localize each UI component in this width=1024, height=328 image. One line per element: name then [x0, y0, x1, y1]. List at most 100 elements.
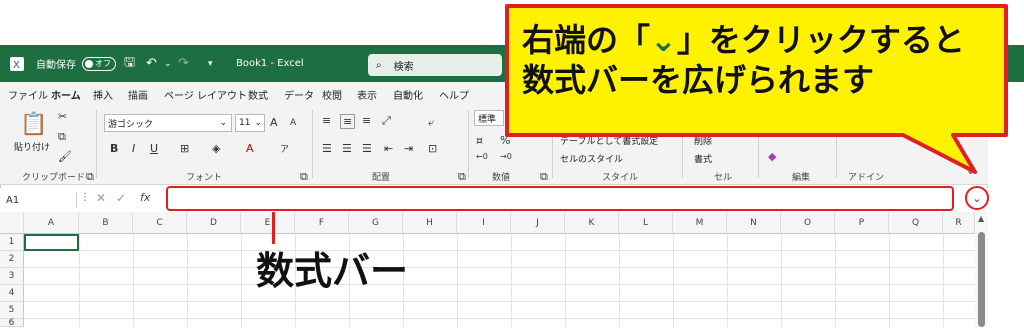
grid-row-line [24, 285, 975, 302]
column-header[interactable]: N [727, 212, 781, 234]
column-header[interactable]: D [187, 212, 241, 234]
tab-insert[interactable]: 挿入 [93, 87, 113, 102]
shrink-font-icon[interactable]: A [290, 118, 296, 128]
undo-dropdown-icon[interactable]: ⌄ [164, 45, 172, 82]
tab-review[interactable]: 校閲 [322, 87, 342, 102]
grid-row-line [24, 251, 975, 268]
italic-button[interactable]: I [132, 142, 135, 155]
column-header[interactable]: P [835, 212, 889, 234]
number-format-select[interactable]: 標準 [474, 110, 504, 126]
callout-chevron-icon: ⌄ [650, 21, 677, 59]
increase-indent-icon[interactable]: ⇥ [404, 142, 413, 155]
grid-col-line [889, 234, 890, 327]
row-header[interactable]: 3 [0, 268, 24, 285]
tab-page-layout[interactable]: ページ レイアウト [164, 87, 247, 102]
tab-view[interactable]: 表示 [357, 87, 377, 102]
increase-decimal-icon[interactable]: ←0 [476, 152, 488, 161]
save-icon[interactable]: 🖫 [124, 45, 135, 82]
redo-icon[interactable]: ↷ [178, 45, 189, 82]
fill-color-icon[interactable]: ◈ [212, 142, 220, 155]
grid-col-line [511, 234, 512, 327]
column-header[interactable]: I [457, 212, 511, 234]
worksheet-grid[interactable]: A B C D E F G H I J K L M N O P Q R 1 2 … [0, 212, 975, 328]
tab-formulas[interactable]: 数式 [248, 87, 268, 102]
grid-col-line [835, 234, 836, 327]
column-header[interactable]: A [24, 212, 79, 234]
column-header[interactable]: H [403, 212, 457, 234]
border-icon[interactable]: ⊞ [180, 142, 189, 155]
format-painter-icon[interactable]: 🖌 [58, 150, 72, 163]
column-header[interactable]: E [241, 212, 295, 234]
currency-icon[interactable]: ¤ [476, 134, 483, 147]
cancel-icon[interactable]: ✕ [96, 191, 106, 205]
column-header[interactable]: G [349, 212, 403, 234]
wrap-text-icon[interactable]: ⤶ [428, 116, 434, 130]
decrease-indent-icon[interactable]: ⇤ [384, 142, 393, 155]
align-right-icon[interactable]: ☰ [362, 142, 372, 155]
enter-icon[interactable]: ✓ [116, 191, 126, 205]
row-header[interactable]: 1 [0, 234, 24, 251]
autosave-state: オフ [95, 59, 111, 68]
paste-label[interactable]: 貼り付け [14, 140, 50, 153]
column-header[interactable]: F [295, 212, 349, 234]
insert-function-icon[interactable]: fx [140, 191, 150, 204]
more-options-icon[interactable]: ⋮ [80, 192, 90, 203]
merge-center-icon[interactable]: ⊡ [428, 142, 437, 155]
cut-icon[interactable]: ✂ [58, 110, 67, 123]
scroll-up-icon[interactable]: ▲ [978, 214, 984, 223]
dialog-launcher-icon[interactable]: ⧉ [458, 170, 466, 184]
name-box[interactable]: A1 [6, 192, 77, 208]
expand-formula-bar-button[interactable]: ⌄ [965, 186, 989, 210]
align-top-icon[interactable]: ≡ [322, 114, 331, 127]
font-name-select[interactable]: 游ゴシック ⌄ [104, 114, 232, 132]
formula-input[interactable] [166, 186, 954, 211]
tab-file[interactable]: ファイル [8, 87, 48, 102]
excel-logo-icon: X [10, 45, 24, 82]
column-header[interactable]: J [511, 212, 565, 234]
active-cell-a1[interactable] [24, 234, 79, 251]
row-header[interactable]: 6 [0, 318, 24, 328]
row-header[interactable]: 2 [0, 251, 24, 268]
tab-help[interactable]: ヘルプ [439, 87, 469, 102]
tab-draw[interactable]: 描画 [128, 87, 148, 102]
vertical-scrollbar[interactable]: ▲ [975, 212, 988, 327]
grid-row-line [24, 268, 975, 285]
align-bottom-icon[interactable]: ≡ [362, 114, 371, 127]
column-header[interactable]: K [565, 212, 619, 234]
align-middle-icon[interactable]: ≡ [340, 114, 356, 129]
align-left-icon[interactable]: ☰ [322, 142, 332, 155]
grid-col-line [943, 234, 944, 327]
copy-icon[interactable]: ⧉ [58, 130, 66, 144]
scroll-thumb[interactable] [978, 232, 985, 327]
align-center-icon[interactable]: ☰ [342, 142, 352, 155]
clipboard-group-label: クリップボード [22, 173, 86, 183]
bold-button[interactable]: B [110, 142, 118, 155]
paste-icon[interactable]: 📋 [20, 112, 47, 137]
undo-icon[interactable]: ↶ [146, 45, 157, 82]
column-header[interactable]: M [673, 212, 727, 234]
column-header[interactable]: C [133, 212, 187, 234]
customize-toolbar-icon[interactable]: ▾ [208, 45, 213, 82]
grow-font-icon[interactable]: A [270, 116, 278, 129]
dialog-launcher-icon[interactable]: ⧉ [300, 170, 308, 184]
font-size-select[interactable]: 11 ⌄ [235, 114, 265, 132]
column-header[interactable]: Q [889, 212, 943, 234]
row-header[interactable]: 4 [0, 285, 24, 302]
select-all-corner[interactable] [0, 212, 24, 234]
tab-data[interactable]: データ [284, 87, 314, 102]
search-placeholder: 検索 [393, 61, 414, 73]
column-header[interactable]: R [943, 212, 975, 234]
phonetic-icon[interactable]: ア [280, 142, 289, 155]
underline-button[interactable]: U [150, 142, 158, 155]
orientation-icon[interactable]: ⤢ [382, 114, 391, 128]
search-box[interactable]: ⌕ 検索 [368, 54, 502, 76]
row-header[interactable]: 5 [0, 302, 24, 319]
tab-automate[interactable]: 自動化 [393, 87, 423, 102]
grid-col-line [727, 234, 728, 327]
autosave-toggle[interactable]: オフ [82, 45, 116, 82]
dialog-launcher-icon[interactable]: ⧉ [86, 170, 94, 184]
column-header[interactable]: B [79, 212, 133, 234]
font-color-icon[interactable]: A [246, 142, 254, 155]
column-header[interactable]: O [781, 212, 835, 234]
column-header[interactable]: L [619, 212, 673, 234]
